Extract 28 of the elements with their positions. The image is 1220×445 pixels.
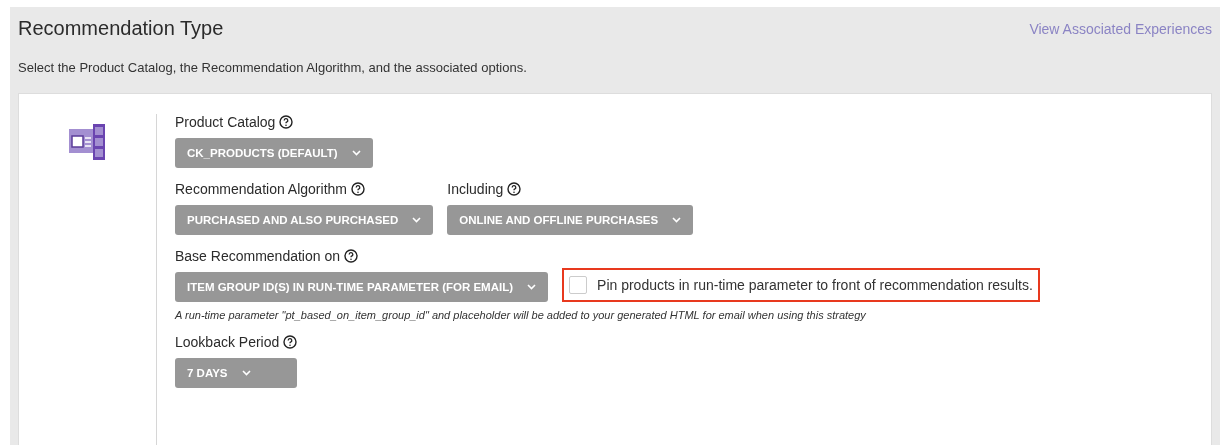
help-icon[interactable] (344, 249, 358, 263)
help-icon[interactable] (351, 182, 365, 196)
field-label: Lookback Period (175, 334, 280, 350)
dropdown[interactable]: ONLINE AND OFFLINE PURCHASES (447, 205, 694, 235)
help-icon[interactable] (507, 182, 522, 196)
chevron-down-icon (412, 217, 422, 223)
dropdown[interactable]: PURCHASED AND ALSO PURCHASED (175, 205, 434, 235)
help-icon[interactable] (283, 335, 298, 349)
catalog-icon (68, 124, 107, 160)
checkbox[interactable] (569, 276, 588, 294)
section-title: Recommendation Type (18, 17, 224, 40)
view-experiences-link[interactable]: View Associated Experiences (1029, 21, 1212, 37)
dropdown[interactable]: CK_PRODUCTS (DEFAULT) (175, 138, 373, 168)
section-description: Select the Product Catalog, the Recommendation Algorithm, and the associated options. (18, 60, 528, 75)
chevron-down-icon (241, 370, 251, 376)
help-icon[interactable] (279, 115, 294, 129)
chevron-down-icon (351, 150, 361, 156)
option-label: Pin products in run-time parameter to front of recommendation results. (597, 277, 1033, 293)
pin-option[interactable]: Pin products in run-time parameter to front of recommendation results. (562, 268, 1040, 302)
chevron-down-icon (527, 284, 537, 290)
hint-text: A run-time parameter "pt_based_on_item_group_id" and placeholder will be added to your generated HTML for email when using this strategy (175, 309, 867, 321)
field-label: Including (447, 181, 504, 197)
chevron-down-icon (672, 217, 682, 223)
field-label: Product Catalog (175, 114, 276, 130)
dropdown[interactable]: ITEM GROUP ID(S) IN RUN-TIME PARAMETER (FOR EMAIL) (175, 272, 549, 302)
dropdown[interactable]: 7 DAYS (175, 358, 298, 388)
field-label: Recommendation Algorithm (175, 181, 347, 197)
field-label: Base Recommendation on (175, 248, 340, 264)
